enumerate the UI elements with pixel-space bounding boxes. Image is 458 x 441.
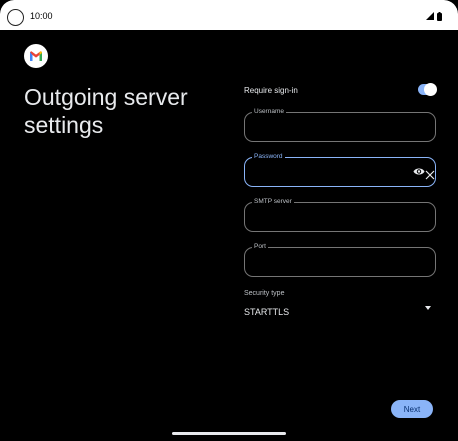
security-type-select[interactable]: STARTTLS bbox=[244, 307, 289, 317]
status-time: 10:00 bbox=[30, 11, 53, 21]
password-label: Password bbox=[252, 153, 285, 160]
status-bar: 10:00 bbox=[0, 0, 458, 30]
security-type-label: Security type bbox=[244, 290, 285, 297]
wifi-icon bbox=[426, 12, 434, 20]
smtp-server-label: SMTP server bbox=[252, 198, 294, 205]
gesture-nav-bar[interactable] bbox=[172, 432, 286, 435]
require-signin-toggle[interactable] bbox=[418, 83, 437, 96]
battery-icon bbox=[437, 11, 442, 21]
password-field[interactable]: Password bbox=[244, 153, 436, 187]
main-screen: Outgoing server settings Require sign-in… bbox=[0, 30, 458, 441]
toggle-knob bbox=[424, 83, 437, 96]
username-label: Username bbox=[252, 108, 286, 115]
camera-cutout bbox=[7, 9, 24, 26]
gmail-logo-icon bbox=[24, 44, 48, 68]
require-signin-label: Require sign-in bbox=[244, 86, 298, 95]
close-icon[interactable] bbox=[425, 170, 435, 180]
username-field[interactable]: Username bbox=[244, 108, 436, 142]
page-title: Outgoing server settings bbox=[24, 84, 188, 138]
device-frame: 10:00 Outgoing server settings Require s… bbox=[0, 0, 458, 441]
smtp-server-field[interactable]: SMTP server bbox=[244, 198, 436, 232]
dropdown-arrow-icon[interactable] bbox=[425, 306, 431, 310]
next-button[interactable]: Next bbox=[391, 400, 433, 418]
system-icons bbox=[426, 11, 442, 21]
port-field[interactable]: Port bbox=[244, 243, 436, 277]
port-label: Port bbox=[252, 243, 268, 250]
eye-icon[interactable] bbox=[413, 167, 425, 176]
